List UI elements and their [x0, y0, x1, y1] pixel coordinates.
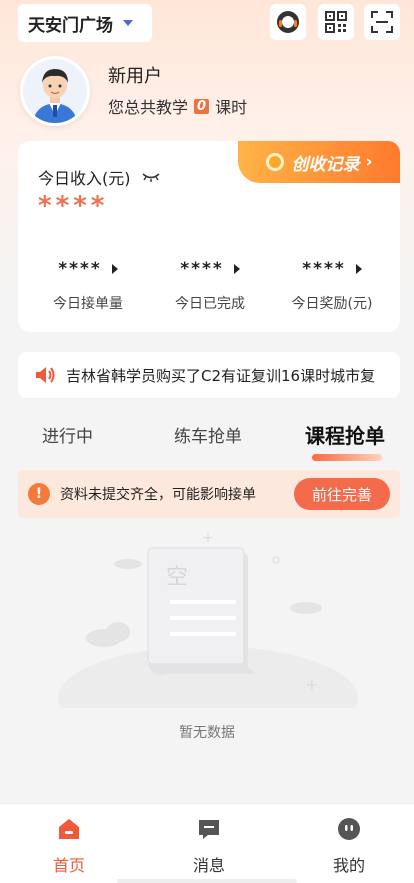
bottom-navigation: 首页 消息 我的	[0, 803, 414, 883]
active-tab-indicator	[312, 454, 382, 461]
revenue-record-label: 创收记录	[291, 154, 360, 175]
stat-label: 今日奖励(元)	[291, 296, 373, 312]
message-icon	[199, 820, 219, 839]
teaching-summary: 您总共教学 0 课时	[108, 94, 247, 118]
empty-illustration-char: 空	[166, 565, 188, 590]
income-title-label: 今日收入(元)	[38, 169, 131, 188]
stat-reward-today[interactable]: **** 今日奖励(元)	[272, 259, 392, 313]
stat-label: 今日接单量	[53, 296, 123, 312]
profile-incomplete-warning: ! 资料未提交齐全，可能影响接单 前往完善	[18, 470, 400, 518]
stat-orders-today[interactable]: **** 今日接单量	[28, 259, 148, 313]
caret-right-icon	[111, 264, 118, 274]
caret-right-icon	[233, 264, 240, 274]
nav-home-label: 首页	[52, 856, 85, 875]
notice-marquee[interactable]: 吉林省韩学员购买了C2有证复训16课时城市复	[18, 352, 400, 398]
stat-value: ****	[58, 259, 102, 279]
user-name: 新用户	[108, 66, 162, 87]
teach-suffix: 课时	[215, 98, 248, 117]
coin-icon	[266, 153, 285, 171]
chevron-right-icon: ›	[365, 152, 373, 172]
chevron-down-icon	[123, 20, 133, 26]
empty-state-text: 暂无数据	[179, 725, 235, 741]
empty-state-illustration: + + 空	[58, 530, 358, 708]
teach-count: 0	[194, 98, 210, 114]
home-indicator	[117, 879, 297, 883]
tab-in-progress[interactable]: 进行中	[42, 422, 93, 447]
user-avatar-illustration	[23, 59, 87, 123]
qr-code-button[interactable]	[318, 4, 354, 40]
qr-code-icon	[325, 11, 347, 33]
revenue-record-button[interactable]: 创收记录 ›	[238, 141, 400, 183]
speaker-icon	[36, 367, 55, 383]
warning-text: 资料未提交齐全，可能影响接单	[60, 487, 256, 503]
complete-profile-button[interactable]: 前往完善	[294, 478, 390, 510]
profile-icon	[338, 818, 360, 840]
notice-text: 吉林省韩学员购买了C2有证复训16课时城市复	[66, 366, 376, 385]
nav-home[interactable]: 首页	[29, 816, 109, 876]
location-selector[interactable]: 天安门广场	[18, 4, 152, 42]
caret-right-icon	[355, 264, 362, 274]
scan-icon	[371, 11, 393, 33]
nav-profile[interactable]: 我的	[309, 816, 389, 876]
income-card: 今日收入(元) **** 创收记录 › **** 今日接单量 **** 今日已完…	[18, 141, 400, 332]
nav-profile-label: 我的	[332, 856, 365, 875]
avatar[interactable]	[20, 56, 90, 126]
svg-text:+: +	[305, 675, 318, 694]
eye-closed-icon[interactable]	[141, 171, 161, 183]
headset-icon	[277, 11, 299, 33]
scan-button[interactable]	[364, 4, 400, 40]
tab-course-grab[interactable]: 课程抢单	[305, 420, 385, 449]
stat-value: ****	[180, 259, 224, 279]
tab-practice-grab[interactable]: 练车抢单	[174, 422, 242, 447]
svg-text:+: +	[202, 530, 214, 546]
nav-messages-label: 消息	[192, 856, 225, 875]
stat-value: ****	[302, 259, 346, 279]
stat-label: 今日已完成	[175, 296, 245, 312]
warning-icon: !	[28, 483, 50, 505]
nav-messages[interactable]: 消息	[169, 816, 249, 876]
income-masked-value: ****	[38, 191, 109, 221]
location-label: 天安门广场	[28, 15, 113, 36]
home-icon	[59, 819, 79, 839]
customer-service-button[interactable]	[270, 4, 306, 40]
income-title: 今日收入(元)	[38, 165, 161, 189]
teach-prefix: 您总共教学	[108, 98, 189, 117]
stat-completed-today[interactable]: **** 今日已完成	[150, 259, 270, 313]
